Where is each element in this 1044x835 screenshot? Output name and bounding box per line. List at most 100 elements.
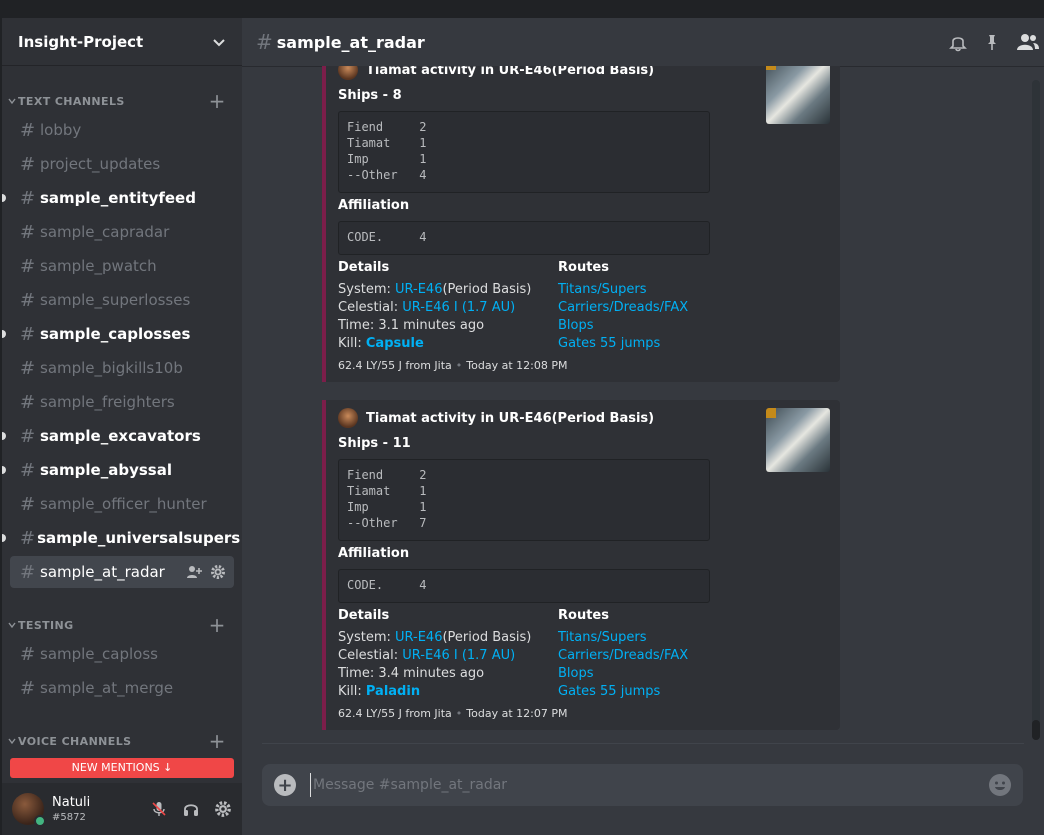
- kill-link[interactable]: Capsule: [366, 336, 424, 351]
- channel-name: sample_officer_hunter: [40, 495, 207, 513]
- channel-sample-at-merge[interactable]: # sample_at_merge: [10, 672, 234, 704]
- guild-header[interactable]: Insight-Project: [2, 18, 242, 66]
- chat-area: # sample_at_radar Tiamat activity in UR-…: [242, 18, 1044, 835]
- author-icon: [338, 408, 358, 428]
- discord-app: Insight-Project TEXT CHANNELS + # lobby #…: [0, 0, 1044, 835]
- channel-name: lobby: [40, 121, 82, 139]
- plus-icon[interactable]: +: [206, 731, 228, 751]
- route-link[interactable]: Blops: [558, 665, 688, 683]
- members-icon[interactable]: [1016, 32, 1040, 52]
- user-info[interactable]: Natuli #5872: [52, 795, 150, 823]
- hash-icon: #: [20, 643, 36, 665]
- system-label: System:: [338, 282, 395, 297]
- channel-sample-bigkills10b[interactable]: # sample_bigkills10b: [10, 352, 234, 384]
- route-link[interactable]: Gates 55 jumps: [558, 683, 688, 701]
- unread-indicator: [2, 432, 6, 440]
- message-composer: +: [262, 764, 1023, 806]
- footer-timestamp: Today at 12:07 PM: [466, 707, 568, 720]
- channel-sample-at-radar[interactable]: # sample_at_radar: [10, 556, 234, 588]
- channel-project-updates[interactable]: # project_updates: [10, 148, 234, 180]
- hash-icon: #: [20, 221, 36, 243]
- scrollbar-thumb[interactable]: [1032, 720, 1040, 740]
- affiliation-title: Affiliation: [338, 546, 410, 561]
- add-member-icon[interactable]: [186, 564, 202, 580]
- details-title: Details: [338, 608, 390, 623]
- channel-sample-capradar[interactable]: # sample_capradar: [10, 216, 234, 248]
- celestial-link[interactable]: UR-E46 I (1.7 AU): [402, 300, 515, 315]
- hash-icon: #: [20, 357, 36, 379]
- plus-icon[interactable]: +: [206, 91, 228, 111]
- message-scrollbar[interactable]: [1032, 80, 1040, 740]
- time-row: Time: 3.4 minutes ago: [338, 666, 485, 681]
- hash-icon: #: [20, 119, 36, 141]
- channel-sample-caplosses[interactable]: # sample_caplosses: [2, 318, 234, 350]
- route-link[interactable]: Carriers/Dreads/FAX: [558, 647, 688, 665]
- system-row: System: UR-E46(Period Basis): [338, 629, 531, 647]
- route-link[interactable]: Carriers/Dreads/FAX: [558, 299, 688, 317]
- footer-text: 62.4 LY/55 J from Jita: [338, 359, 452, 372]
- channel-sample-pwatch[interactable]: # sample_pwatch: [10, 250, 234, 282]
- ships-title: Ships - 11: [338, 436, 411, 451]
- embed-card: Tiamat activity in UR-E46(Period Basis) …: [322, 66, 840, 382]
- avatar[interactable]: [12, 793, 46, 827]
- unread-indicator: [2, 330, 6, 338]
- celestial-row: Celestial: UR-E46 I (1.7 AU): [338, 299, 531, 317]
- new-mentions-button[interactable]: NEW MENTIONS ↓: [10, 758, 234, 778]
- chat-header: # sample_at_radar: [242, 18, 1044, 66]
- route-link[interactable]: Gates 55 jumps: [558, 335, 688, 353]
- mute-mic-icon[interactable]: [150, 800, 168, 818]
- unread-indicator: [2, 466, 6, 474]
- footer-separator: •: [455, 707, 463, 720]
- affiliation-codeblock: CODE. 4: [338, 221, 710, 255]
- headphones-icon[interactable]: [182, 800, 200, 818]
- gear-icon[interactable]: [214, 800, 232, 818]
- emoji-icon[interactable]: [989, 774, 1011, 796]
- route-link[interactable]: Titans/Supers: [558, 281, 688, 299]
- channel-sample-freighters[interactable]: # sample_freighters: [10, 386, 234, 418]
- hash-icon: #: [20, 459, 36, 481]
- channel-sample-entityfeed[interactable]: # sample_entityfeed: [2, 182, 234, 214]
- channel-sample-universalsupers[interactable]: # sample_universalsupers: [2, 522, 240, 554]
- system-link[interactable]: UR-E46: [395, 630, 442, 645]
- channel-sample-caploss[interactable]: # sample_caploss: [10, 638, 234, 670]
- ships-codeblock: Fiend 2 Tiamat 1 Imp 1 --Other 7: [338, 459, 710, 541]
- channel-name: sample_freighters: [40, 393, 175, 411]
- category-label: VOICE CHANNELS: [18, 734, 132, 748]
- channel-sample-superlosses[interactable]: # sample_superlosses: [10, 284, 234, 316]
- route-link[interactable]: Titans/Supers: [558, 629, 688, 647]
- channel-name: sample_pwatch: [40, 257, 157, 275]
- celestial-label: Celestial:: [338, 300, 403, 315]
- ship-thumbnail[interactable]: [766, 66, 830, 124]
- upload-plus-icon[interactable]: +: [274, 774, 296, 796]
- hash-icon: #: [20, 527, 36, 549]
- online-status-icon: [34, 815, 46, 827]
- channel-sample-officer-hunter[interactable]: # sample_officer_hunter: [10, 488, 234, 520]
- route-link[interactable]: Blops: [558, 317, 688, 335]
- channel-sample-excavators[interactable]: # sample_excavators: [2, 420, 234, 452]
- embed-footer: 62.4 LY/55 J from Jita • Today at 12:07 PM: [338, 707, 567, 720]
- category-testing[interactable]: TESTING +: [2, 615, 242, 635]
- channel-lobby[interactable]: # lobby: [10, 114, 234, 146]
- author-name: Tiamat activity in UR-E46(Period Basis): [366, 410, 655, 426]
- username: Natuli: [52, 795, 91, 810]
- gear-icon[interactable]: [210, 564, 226, 580]
- tech-badge-icon: [766, 408, 776, 418]
- kill-row: Kill: Capsule: [338, 335, 531, 353]
- channel-sample-abyssal[interactable]: # sample_abyssal: [2, 454, 234, 486]
- pin-icon[interactable]: [982, 32, 1002, 52]
- message-input[interactable]: [310, 773, 989, 797]
- celestial-link[interactable]: UR-E46 I (1.7 AU): [402, 648, 515, 663]
- bell-icon[interactable]: [948, 32, 968, 52]
- kill-link[interactable]: Paladin: [366, 684, 420, 699]
- hash-icon: #: [20, 255, 36, 277]
- ship-thumbnail[interactable]: [766, 408, 830, 472]
- channel-list: TEXT CHANNELS + # lobby # project_updates …: [2, 66, 242, 758]
- category-text-channels[interactable]: TEXT CHANNELS +: [2, 91, 242, 111]
- footer-text: 62.4 LY/55 J from Jita: [338, 707, 452, 720]
- details-list: System: UR-E46(Period Basis) Celestial: …: [338, 281, 531, 353]
- system-row: System: UR-E46(Period Basis): [338, 281, 531, 299]
- system-link[interactable]: UR-E46: [395, 282, 442, 297]
- category-voice-channels[interactable]: VOICE CHANNELS +: [2, 731, 242, 751]
- plus-icon[interactable]: +: [206, 615, 228, 635]
- guild-name: Insight-Project: [18, 32, 144, 51]
